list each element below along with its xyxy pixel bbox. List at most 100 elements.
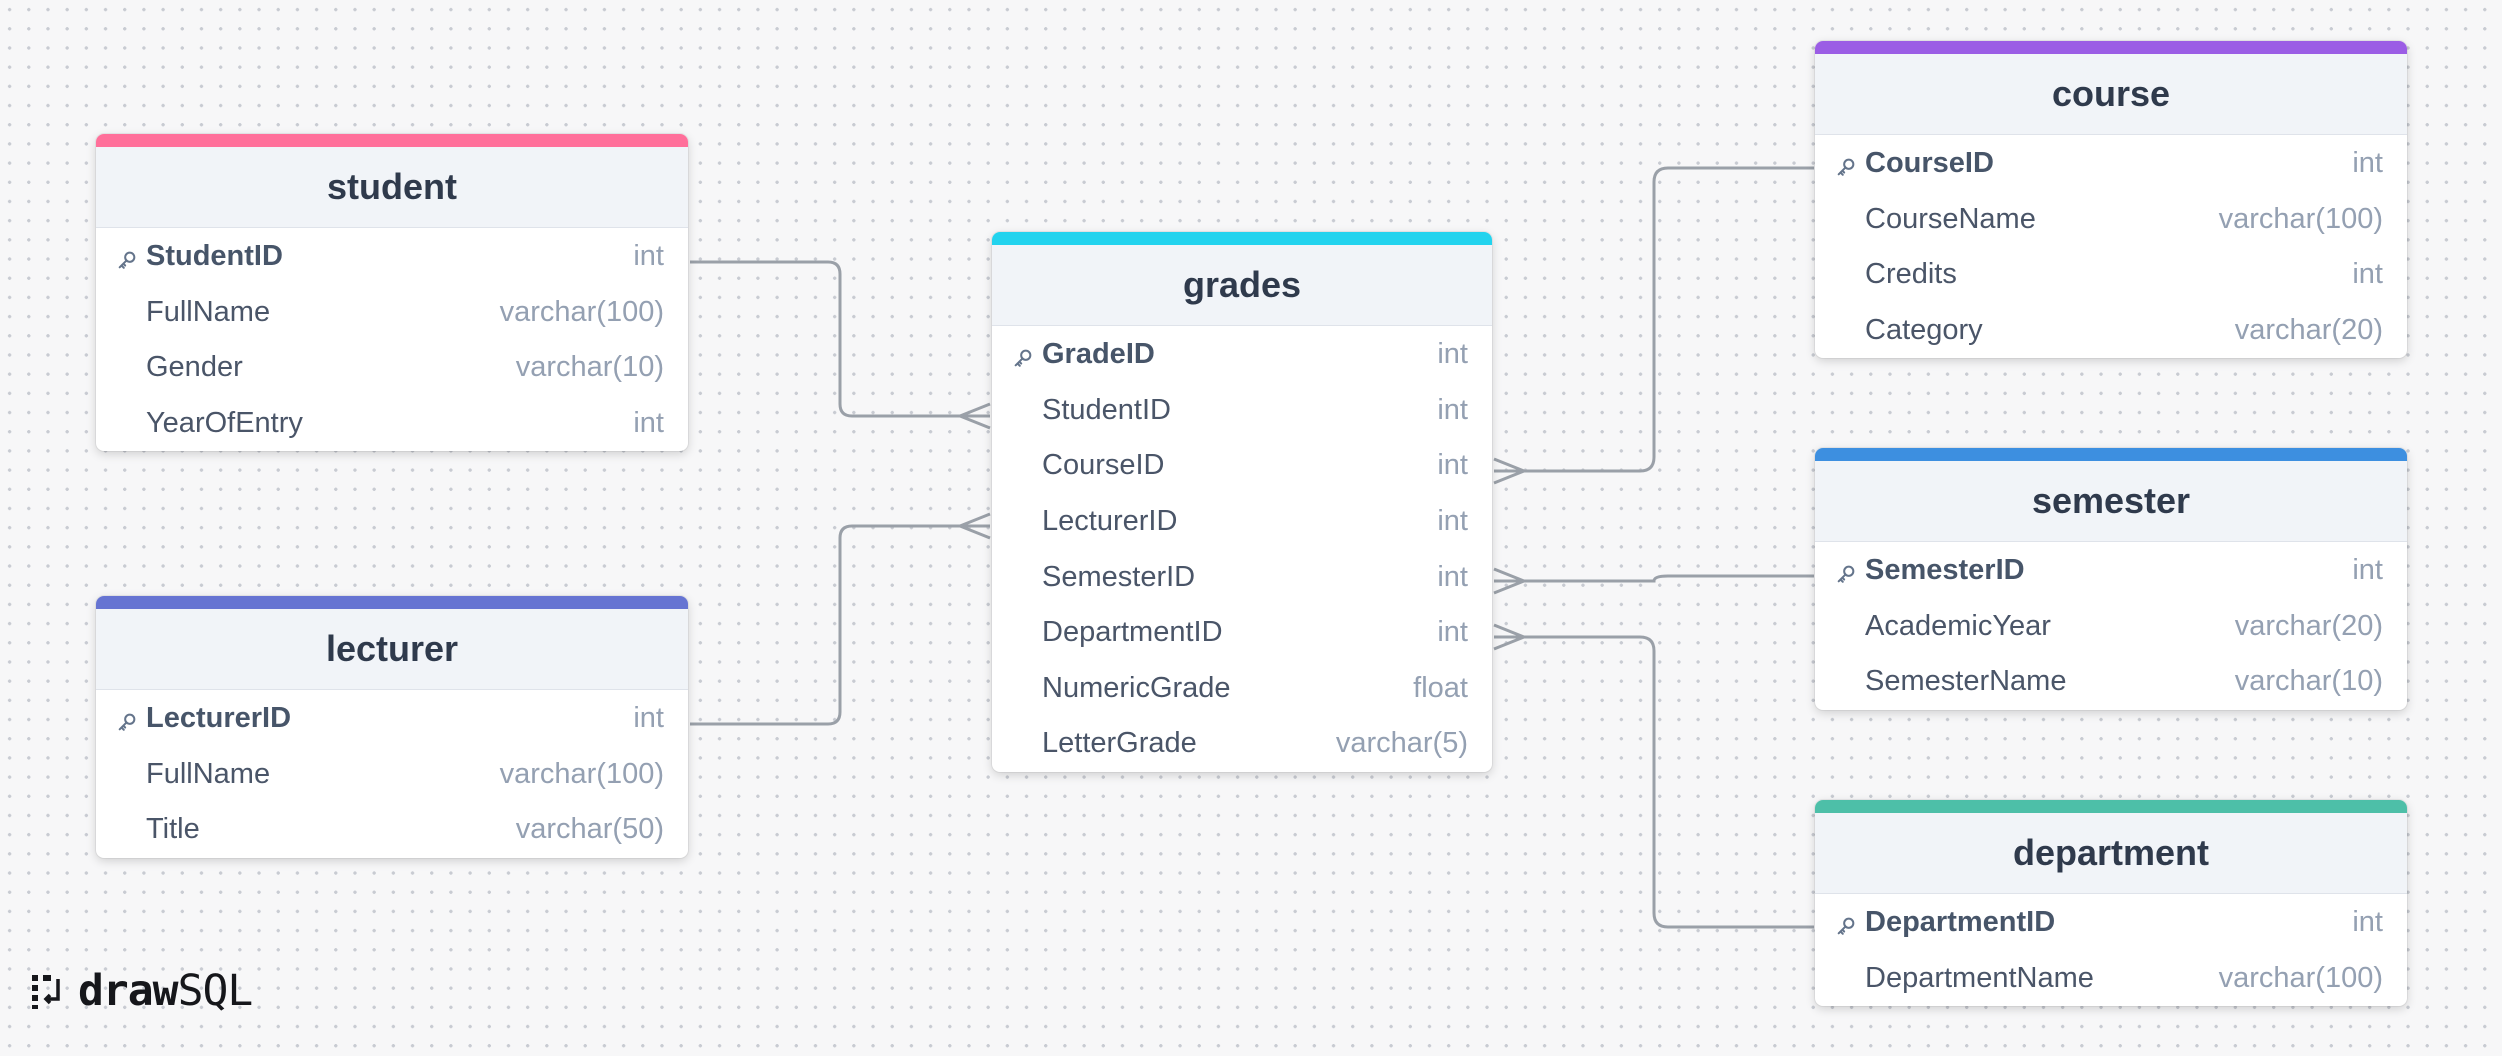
- course-field-list: CourseID int CourseName varchar(100) Credits…: [1815, 135, 2407, 358]
- field-type: varchar(20): [2234, 314, 2383, 347]
- field-row[interactable]: LecturerID int: [96, 691, 688, 747]
- field-name: FullName: [146, 757, 271, 790]
- field-name: StudentID: [1042, 393, 1171, 426]
- field-type: int: [1437, 560, 1468, 593]
- field-row[interactable]: StudentID int: [96, 229, 688, 285]
- relation-semester-grades[interactable]: [1493, 567, 1814, 595]
- field-row[interactable]: CourseID int: [1815, 136, 2407, 192]
- field-row[interactable]: StudentID int: [992, 383, 1492, 439]
- field-name: NumericGrade: [1042, 671, 1231, 704]
- field-name: StudentID: [146, 240, 283, 273]
- primary-key-icon: [1835, 560, 1857, 583]
- field-type: int: [2352, 906, 2383, 939]
- field-row[interactable]: AcademicYear varchar(20): [1815, 599, 2407, 655]
- field-name: LetterGrade: [1042, 727, 1197, 760]
- primary-key-icon: [116, 246, 138, 269]
- field-type: varchar(10): [2234, 665, 2383, 698]
- semester-table-title[interactable]: semester: [1815, 461, 2407, 542]
- field-row[interactable]: CourseID int: [992, 438, 1492, 494]
- field-name: AcademicYear: [1865, 609, 2051, 642]
- field-row[interactable]: FullName varchar(100): [96, 747, 688, 803]
- field-name: SemesterID: [1865, 554, 2025, 587]
- field-row[interactable]: FullName varchar(100): [96, 285, 688, 341]
- field-row[interactable]: LetterGrade varchar(5): [992, 716, 1492, 772]
- field-type: int: [1437, 616, 1468, 649]
- field-type: float: [1413, 671, 1468, 704]
- field-type: int: [1437, 338, 1468, 371]
- field-row[interactable]: DepartmentID int: [1815, 895, 2407, 951]
- field-name: DepartmentName: [1865, 961, 2094, 994]
- table-semester[interactable]: semester SemesterID int AcademicYear varchar…: [1815, 448, 2407, 710]
- field-name: SemesterID: [1042, 560, 1196, 593]
- field-row[interactable]: YearOfEntry int: [96, 396, 688, 452]
- grades-field-list: GradeID int StudentID int CourseID int Lecture…: [992, 326, 1492, 772]
- lecturer-table-title[interactable]: lecturer: [96, 609, 688, 690]
- course-table-title[interactable]: course: [1815, 54, 2407, 135]
- field-type: int: [633, 407, 664, 440]
- field-name: DepartmentID: [1042, 616, 1223, 649]
- field-type: varchar(100): [2218, 961, 2383, 994]
- field-name: Category: [1865, 314, 1983, 347]
- drawsql-logo-icon: [32, 975, 60, 1009]
- field-row[interactable]: LecturerID int: [992, 494, 1492, 550]
- table-course[interactable]: course CourseID int CourseName varchar(100) C…: [1815, 41, 2407, 359]
- course-accent-bar: [1815, 41, 2407, 54]
- lecturer-accent-bar: [96, 596, 688, 609]
- field-name: YearOfEntry: [146, 407, 303, 440]
- field-type: varchar(10): [515, 351, 664, 384]
- relation-course-grades[interactable]: [1493, 166, 1814, 485]
- student-table-title[interactable]: student: [96, 147, 688, 228]
- primary-key-icon: [116, 708, 138, 731]
- field-name: Credits: [1865, 258, 1957, 291]
- field-type: varchar(100): [499, 757, 664, 790]
- field-name: CourseID: [1042, 449, 1165, 482]
- field-row[interactable]: SemesterID int: [1815, 543, 2407, 599]
- field-name: DepartmentID: [1865, 906, 2056, 939]
- field-row[interactable]: DepartmentID int: [992, 605, 1492, 661]
- field-row[interactable]: CourseName varchar(100): [1815, 192, 2407, 248]
- field-type: int: [2352, 554, 2383, 587]
- drawsql-logo: draw SQL: [30, 966, 254, 1016]
- logo-text-sql: SQL: [177, 966, 254, 1016]
- table-grades[interactable]: grades GradeID int StudentID int CourseID int L…: [992, 232, 1492, 772]
- field-name: CourseID: [1865, 147, 1994, 180]
- relation-department-grades[interactable]: [1493, 623, 1814, 929]
- field-row[interactable]: GradeID int: [992, 327, 1492, 383]
- grades-table-title[interactable]: grades: [992, 245, 1492, 326]
- primary-key-icon: [1835, 912, 1857, 935]
- field-row[interactable]: Title varchar(50): [96, 802, 688, 858]
- table-lecturer[interactable]: lecturer LecturerID int FullName varchar(100…: [96, 596, 688, 858]
- primary-key-icon: [1012, 344, 1034, 367]
- field-row[interactable]: SemesterName varchar(10): [1815, 654, 2407, 710]
- logo-text-draw: draw: [78, 966, 179, 1016]
- field-type: int: [1437, 393, 1468, 426]
- student-field-list: StudentID int FullName varchar(100) Gender va…: [96, 228, 688, 451]
- student-accent-bar: [96, 134, 688, 147]
- grades-accent-bar: [992, 232, 1492, 245]
- semester-field-list: SemesterID int AcademicYear varchar(20) Seme…: [1815, 542, 2407, 710]
- field-name: LecturerID: [146, 702, 292, 735]
- relation-student-grades[interactable]: [690, 260, 991, 430]
- field-type: varchar(50): [515, 813, 664, 846]
- field-name: FullName: [146, 295, 271, 328]
- field-type: int: [2352, 147, 2383, 180]
- field-type: int: [633, 240, 664, 273]
- department-table-title[interactable]: department: [1815, 813, 2407, 894]
- department-accent-bar: [1815, 800, 2407, 813]
- lecturer-field-list: LecturerID int FullName varchar(100) Title va…: [96, 690, 688, 858]
- field-row[interactable]: Gender varchar(10): [96, 340, 688, 396]
- table-department[interactable]: department DepartmentID int DepartmentName v…: [1815, 800, 2407, 1007]
- field-row[interactable]: Category varchar(20): [1815, 303, 2407, 359]
- field-name: SemesterName: [1865, 665, 2067, 698]
- field-type: varchar(100): [2218, 202, 2383, 235]
- semester-accent-bar: [1815, 448, 2407, 461]
- field-name: GradeID: [1042, 338, 1155, 371]
- table-student[interactable]: student StudentID int FullName varchar(100) G…: [96, 134, 688, 452]
- field-name: Gender: [146, 351, 243, 384]
- relation-lecturer-grades[interactable]: [690, 512, 991, 726]
- field-row[interactable]: SemesterID int: [992, 549, 1492, 605]
- field-row[interactable]: DepartmentName varchar(100): [1815, 951, 2407, 1007]
- primary-key-icon: [1835, 153, 1857, 176]
- field-row[interactable]: Credits int: [1815, 247, 2407, 303]
- field-row[interactable]: NumericGrade float: [992, 661, 1492, 717]
